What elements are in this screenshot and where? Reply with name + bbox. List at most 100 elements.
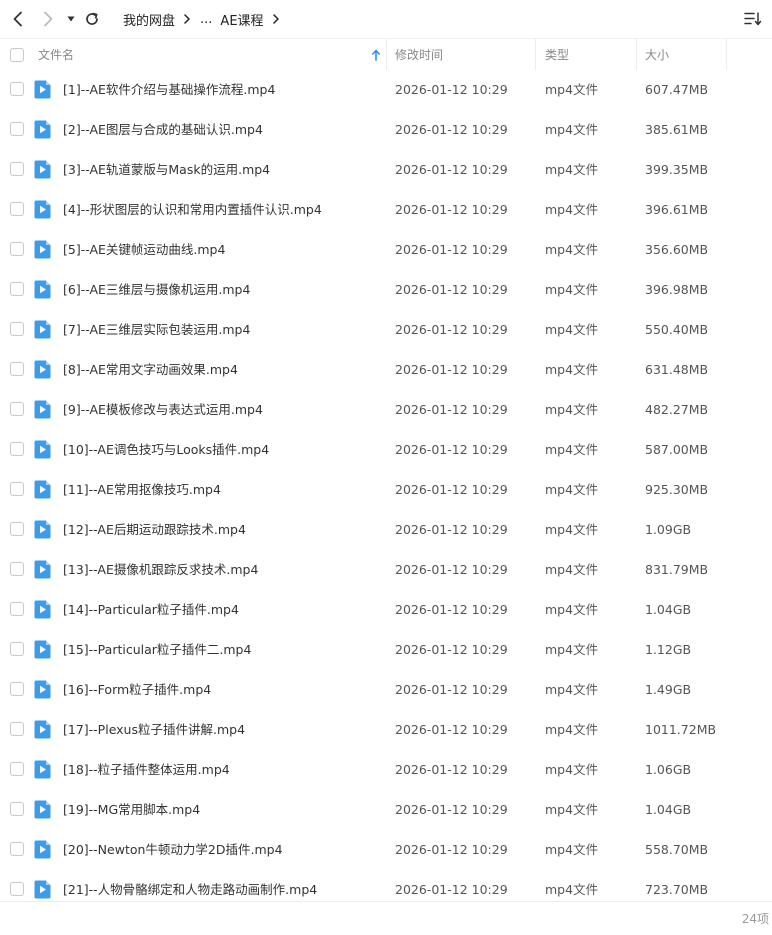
- column-header-name[interactable]: 文件名: [38, 39, 74, 70]
- file-name[interactable]: [12]--AE后期运动跟踪技术.mp4: [63, 510, 246, 550]
- refresh-icon: [86, 12, 98, 25]
- row-checkbox[interactable]: [10, 402, 24, 416]
- file-row[interactable]: [11]--AE常用抠像技巧.mp4 2026-01-12 10:29 mp4文件 9…: [0, 470, 772, 510]
- row-checkbox[interactable]: [10, 442, 24, 456]
- file-name[interactable]: [5]--AE关键帧运动曲线.mp4: [63, 230, 225, 270]
- row-checkbox[interactable]: [10, 602, 24, 616]
- row-checkbox[interactable]: [10, 762, 24, 776]
- file-row[interactable]: [6]--AE三维层与摄像机运用.mp4 2026-01-12 10:29 mp4文…: [0, 270, 772, 310]
- file-name[interactable]: [4]--形状图层的认识和常用内置插件认识.mp4: [63, 190, 322, 230]
- file-row[interactable]: [16]--Form粒子插件.mp4 2026-01-12 10:29 mp4文件 1…: [0, 670, 772, 710]
- file-row[interactable]: [3]--AE轨道蒙版与Mask的运用.mp4 2026-01-12 10:29 m…: [0, 150, 772, 190]
- row-checkbox[interactable]: [10, 682, 24, 696]
- file-row[interactable]: [7]--AE三维层实际包装运用.mp4 2026-01-12 10:29 mp4文…: [0, 310, 772, 350]
- file-name[interactable]: [10]--AE调色技巧与Looks插件.mp4: [63, 430, 269, 470]
- column-divider[interactable]: [386, 39, 387, 70]
- row-checkbox[interactable]: [10, 322, 24, 336]
- row-checkbox[interactable]: [10, 842, 24, 856]
- file-modified-time: 2026-01-12 10:29: [395, 682, 508, 697]
- file-row[interactable]: [2]--AE图层与合成的基础认识.mp4 2026-01-12 10:29 mp4…: [0, 110, 772, 150]
- row-checkbox[interactable]: [10, 242, 24, 256]
- file-row[interactable]: [15]--Particular粒子插件二.mp4 2026-01-12 10:2…: [0, 630, 772, 670]
- row-checkbox[interactable]: [10, 162, 24, 176]
- file-name[interactable]: [9]--AE模板修改与表达式运用.mp4: [63, 390, 263, 430]
- column-header-modified[interactable]: 修改时间: [395, 39, 443, 70]
- row-checkbox[interactable]: [10, 82, 24, 96]
- file-row[interactable]: [17]--Plexus粒子插件讲解.mp4 2026-01-12 10:29 mp…: [0, 710, 772, 750]
- file-row[interactable]: [8]--AE常用文字动画效果.mp4 2026-01-12 10:29 mp4文件…: [0, 350, 772, 390]
- row-checkbox[interactable]: [10, 882, 24, 896]
- file-modified-time: 2026-01-12 10:29: [395, 482, 508, 497]
- file-name[interactable]: [3]--AE轨道蒙版与Mask的运用.mp4: [63, 150, 270, 190]
- file-name[interactable]: [7]--AE三维层实际包装运用.mp4: [63, 310, 250, 350]
- video-file-icon: [34, 520, 51, 539]
- caret-down-icon: [67, 16, 75, 22]
- file-size: 1.09GB: [645, 522, 692, 537]
- file-row[interactable]: [4]--形状图层的认识和常用内置插件认识.mp4 2026-01-12 10:2…: [0, 190, 772, 230]
- status-bar: 24项: [0, 901, 772, 935]
- toolbar: 我的网盘 ... AE课程: [0, 0, 772, 38]
- row-checkbox[interactable]: [10, 482, 24, 496]
- file-name[interactable]: [13]--AE摄像机跟踪反求技术.mp4: [63, 550, 258, 590]
- file-name[interactable]: [17]--Plexus粒子插件讲解.mp4: [63, 710, 245, 750]
- row-checkbox[interactable]: [10, 202, 24, 216]
- file-size: 399.35MB: [645, 162, 709, 177]
- list-header: 文件名 修改时间 类型 大小: [0, 38, 772, 70]
- row-checkbox[interactable]: [10, 362, 24, 376]
- row-checkbox[interactable]: [10, 562, 24, 576]
- column-divider[interactable]: [535, 39, 536, 70]
- file-row[interactable]: [10]--AE调色技巧与Looks插件.mp4 2026-01-12 10:29…: [0, 430, 772, 470]
- file-name[interactable]: [14]--Particular粒子插件.mp4: [63, 590, 239, 630]
- row-checkbox[interactable]: [10, 122, 24, 136]
- file-modified-time: 2026-01-12 10:29: [395, 802, 508, 817]
- chevron-left-icon: [13, 11, 22, 27]
- file-name[interactable]: [8]--AE常用文字动画效果.mp4: [63, 350, 238, 390]
- file-row[interactable]: [18]--粒子插件整体运用.mp4 2026-01-12 10:29 mp4文件 1…: [0, 750, 772, 790]
- file-name[interactable]: [15]--Particular粒子插件二.mp4: [63, 630, 251, 670]
- row-checkbox[interactable]: [10, 522, 24, 536]
- video-file-icon: [34, 760, 51, 779]
- file-name[interactable]: [19]--MG常用脚本.mp4: [63, 790, 200, 830]
- breadcrumb-item-current[interactable]: AE课程: [220, 10, 263, 29]
- file-name[interactable]: [1]--AE软件介绍与基础操作流程.mp4: [63, 70, 275, 110]
- file-size: 1.12GB: [645, 642, 692, 657]
- file-name[interactable]: [16]--Form粒子插件.mp4: [63, 670, 211, 710]
- file-row[interactable]: [13]--AE摄像机跟踪反求技术.mp4 2026-01-12 10:29 mp4…: [0, 550, 772, 590]
- row-checkbox[interactable]: [10, 802, 24, 816]
- file-name[interactable]: [6]--AE三维层与摄像机运用.mp4: [63, 270, 250, 310]
- file-name[interactable]: [11]--AE常用抠像技巧.mp4: [63, 470, 221, 510]
- sort-ascending-icon[interactable]: [371, 49, 381, 61]
- row-checkbox[interactable]: [10, 282, 24, 296]
- row-checkbox[interactable]: [10, 642, 24, 656]
- file-size: 631.48MB: [645, 362, 709, 377]
- file-row[interactable]: [12]--AE后期运动跟踪技术.mp4 2026-01-12 10:29 mp4文…: [0, 510, 772, 550]
- file-row[interactable]: [14]--Particular粒子插件.mp4 2026-01-12 10:29…: [0, 590, 772, 630]
- file-row[interactable]: [20]--Newton牛顿动力学2D插件.mp4 2026-01-12 10:2…: [0, 830, 772, 870]
- column-header-type[interactable]: 类型: [545, 39, 569, 70]
- select-all-checkbox-wrap[interactable]: [10, 39, 24, 70]
- refresh-button[interactable]: [82, 9, 102, 29]
- column-header-size[interactable]: 大小: [645, 39, 669, 70]
- select-all-checkbox[interactable]: [10, 47, 24, 62]
- breadcrumb-item-ellipsis[interactable]: ...: [200, 12, 212, 27]
- forward-button[interactable]: [38, 9, 58, 29]
- file-row[interactable]: [1]--AE软件介绍与基础操作流程.mp4 2026-01-12 10:29 mp…: [0, 70, 772, 110]
- file-name[interactable]: [2]--AE图层与合成的基础认识.mp4: [63, 110, 263, 150]
- chevron-right-icon: [44, 11, 53, 27]
- file-modified-time: 2026-01-12 10:29: [395, 282, 508, 297]
- row-checkbox[interactable]: [10, 722, 24, 736]
- file-name[interactable]: [18]--粒子插件整体运用.mp4: [63, 750, 230, 790]
- history-dropdown-button[interactable]: [62, 9, 80, 29]
- breadcrumb-item-root[interactable]: 我的网盘: [123, 10, 175, 29]
- file-type: mp4文件: [545, 322, 599, 337]
- file-row[interactable]: [5]--AE关键帧运动曲线.mp4 2026-01-12 10:29 mp4文件 3…: [0, 230, 772, 270]
- file-row[interactable]: [19]--MG常用脚本.mp4 2026-01-12 10:29 mp4文件 1.0…: [0, 790, 772, 830]
- scrollbar[interactable]: [768, 70, 772, 900]
- column-divider[interactable]: [636, 39, 637, 70]
- file-name[interactable]: [20]--Newton牛顿动力学2D插件.mp4: [63, 830, 283, 870]
- back-button[interactable]: [8, 9, 28, 29]
- column-divider[interactable]: [726, 39, 727, 70]
- file-row[interactable]: [9]--AE模板修改与表达式运用.mp4 2026-01-12 10:29 mp4…: [0, 390, 772, 430]
- sort-options-button[interactable]: [743, 10, 763, 28]
- file-type: mp4文件: [545, 82, 599, 97]
